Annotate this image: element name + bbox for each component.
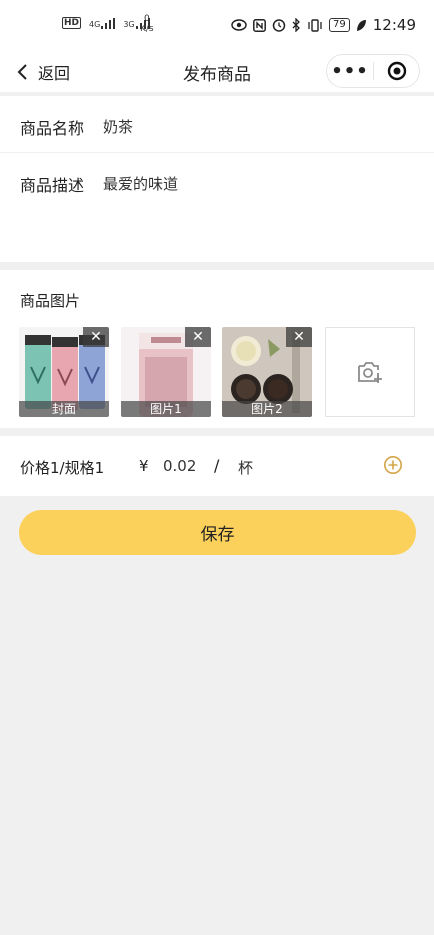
status-right: 79 12:49 — [231, 16, 416, 34]
camera-plus-icon — [358, 362, 382, 383]
signal-bars-icon — [101, 17, 116, 29]
back-button[interactable]: 返回 — [16, 60, 70, 84]
hd-badge: HD — [62, 17, 82, 29]
add-spec-icon[interactable] — [383, 455, 403, 475]
navigation-bar: 返回 发布商品 ••• — [0, 52, 434, 92]
leaf-icon — [356, 19, 366, 31]
product-image-cover[interactable]: ✕ 封面 — [19, 327, 109, 417]
alarm-icon — [272, 19, 286, 32]
close-target-button[interactable] — [374, 61, 419, 81]
signal-4g: 4G — [89, 17, 116, 29]
price-spec-label: 价格1/规格1 — [20, 459, 105, 477]
unit-input[interactable]: 杯 — [238, 457, 253, 478]
price-input[interactable]: 0.02 — [163, 457, 196, 475]
network-speed: 0 K/s — [140, 14, 154, 34]
status-left: HD 4G 3G — [62, 17, 150, 29]
battery-indicator: 79 — [329, 18, 350, 32]
miniprogram-capsule: ••• — [326, 54, 420, 88]
remove-image-cover-button[interactable]: ✕ — [83, 327, 109, 347]
product-image-2[interactable]: ✕ 图片2 — [222, 327, 312, 417]
name-input[interactable]: 奶茶 — [103, 116, 133, 137]
images-label: 商品图片 — [20, 292, 81, 310]
status-bar: HD 4G 3G 0 K/s 79 12:49 — [0, 0, 434, 52]
chevron-left-icon — [17, 64, 27, 80]
vibrate-icon — [308, 18, 322, 32]
clock-time: 12:49 — [372, 16, 416, 34]
image-caption-cover: 封面 — [19, 401, 109, 417]
bluetooth-icon — [292, 18, 300, 32]
description-label: 商品描述 — [20, 176, 85, 195]
target-circle-icon — [387, 61, 406, 81]
description-row: 商品描述 最爱的味道 — [0, 153, 434, 262]
image-caption-2: 图片2 — [222, 401, 312, 417]
nfc-icon — [253, 18, 266, 32]
image-caption-1: 图片1 — [121, 401, 211, 417]
remove-image-1-button[interactable]: ✕ — [185, 327, 211, 347]
description-textarea[interactable]: 最爱的味道 — [103, 173, 413, 253]
name-row[interactable]: 商品名称 奶茶 — [0, 96, 434, 152]
price-slash: / — [214, 456, 220, 475]
remove-image-2-button[interactable]: ✕ — [286, 327, 312, 347]
add-image-button[interactable] — [325, 327, 415, 417]
currency-symbol: ¥ — [139, 457, 149, 475]
save-button[interactable]: 保存 — [19, 510, 416, 555]
name-label: 商品名称 — [20, 119, 85, 138]
eye-icon — [231, 19, 247, 31]
more-dots-icon[interactable]: ••• — [327, 61, 373, 82]
back-label: 返回 — [38, 64, 71, 83]
product-image-1[interactable]: ✕ 图片1 — [121, 327, 211, 417]
price-spec-row: 价格1/规格1 ¥ 0.02 / 杯 — [0, 436, 434, 496]
